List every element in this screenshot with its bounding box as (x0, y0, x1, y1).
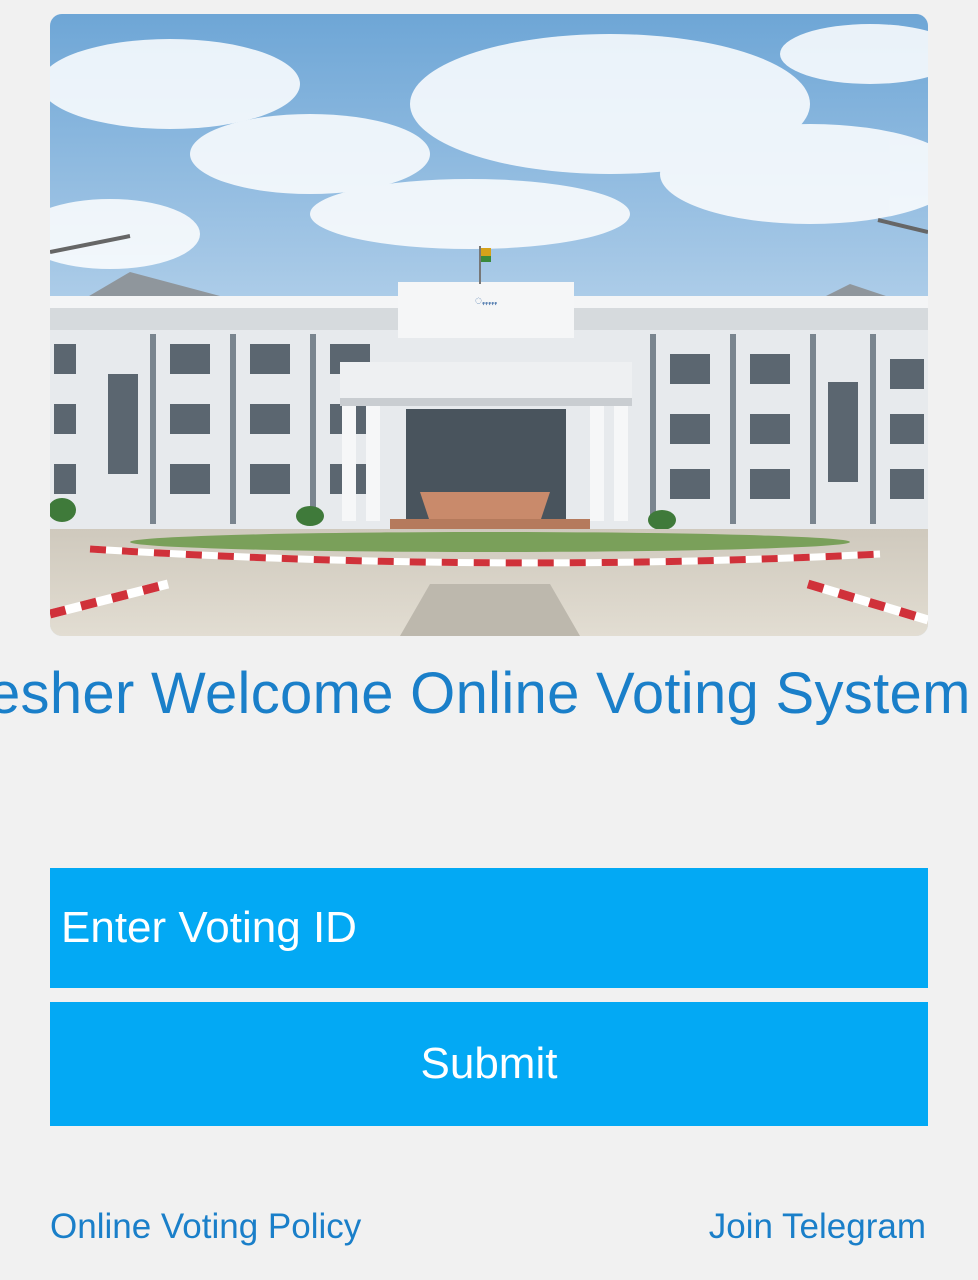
submit-button[interactable]: Submit (50, 1002, 928, 1126)
voting-page: ꩻꩻꩻꩻꩻ esher Welcome Online Voting System… (0, 0, 978, 1280)
hero-image: ꩻꩻꩻꩻꩻ (50, 14, 928, 636)
welcome-text: esher Welcome Online Voting System (0, 661, 971, 726)
voting-id-input[interactable] (50, 868, 928, 988)
online-voting-policy-link[interactable]: Online Voting Policy (50, 1204, 361, 1250)
svg-text:ꩻꩻꩻꩻꩻ: ꩻꩻꩻꩻꩻ (475, 293, 498, 307)
join-telegram-link[interactable]: Join Telegram (709, 1204, 926, 1250)
welcome-marquee: esher Welcome Online Voting System (0, 652, 978, 736)
building-photo: ꩻꩻꩻꩻꩻ (50, 14, 928, 636)
